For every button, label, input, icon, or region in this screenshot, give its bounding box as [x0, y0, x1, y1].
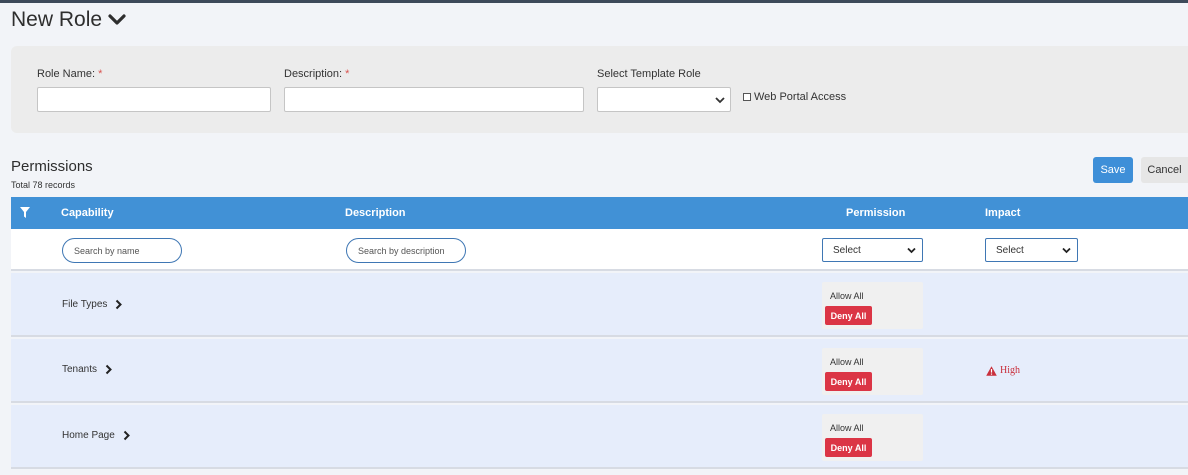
- impact-filter-value: Select: [996, 245, 1024, 256]
- column-description[interactable]: Description: [345, 207, 406, 219]
- role-name-input[interactable]: [37, 87, 271, 112]
- permission-filter-value: Select: [833, 245, 861, 256]
- cancel-button[interactable]: Cancel: [1141, 157, 1188, 183]
- permission-control: Allow All Deny All: [822, 282, 923, 329]
- page-title-text: New Role: [11, 8, 103, 31]
- template-role-label: Select Template Role: [597, 68, 701, 80]
- role-name-label: Role Name: *: [37, 68, 103, 80]
- allow-all-option[interactable]: Allow All: [830, 291, 864, 301]
- impact-value: High: [1000, 365, 1020, 376]
- records-count: Total 78 records: [11, 180, 76, 190]
- deny-all-button[interactable]: Deny All: [825, 438, 872, 457]
- column-impact[interactable]: Impact: [985, 207, 1020, 219]
- column-permission[interactable]: Permission: [846, 207, 905, 219]
- permissions-title: Permissions: [11, 158, 93, 175]
- filter-row: Search by name Search by description Sel…: [11, 229, 1188, 271]
- permission-filter-select[interactable]: Select: [822, 238, 923, 262]
- top-bar: [0, 0, 1188, 3]
- description-label: Description: *: [284, 68, 350, 80]
- chevron-right-icon[interactable]: [105, 364, 112, 375]
- page-title[interactable]: New Role: [11, 8, 126, 32]
- warning-icon: [986, 365, 997, 376]
- impact-badge: High: [986, 365, 1020, 376]
- required-mark: *: [98, 68, 103, 80]
- chevron-right-icon[interactable]: [115, 299, 123, 310]
- checkbox-box[interactable]: [743, 93, 751, 101]
- allow-all-option[interactable]: Allow All: [830, 423, 864, 433]
- row-capability-expander[interactable]: Tenants: [62, 364, 112, 375]
- search-by-name-input[interactable]: Search by name: [62, 238, 182, 263]
- permission-control: Allow All Deny All: [822, 414, 923, 461]
- deny-all-button[interactable]: Deny All: [825, 372, 872, 391]
- table-row: Home Page Allow All Deny All: [11, 405, 1188, 469]
- web-portal-access-label: Web Portal Access: [754, 91, 847, 103]
- row-capability-expander[interactable]: File Types: [62, 299, 123, 310]
- search-by-description-input[interactable]: Search by description: [346, 238, 466, 263]
- description-input[interactable]: [284, 87, 584, 112]
- required-mark: *: [345, 68, 350, 80]
- chevron-down-icon: [1062, 247, 1071, 254]
- grid-header: Capability Description Permission Impact: [11, 197, 1188, 229]
- table-row: File Types Allow All Deny All: [11, 273, 1188, 337]
- permission-control: Allow All Deny All: [822, 348, 923, 395]
- filter-icon[interactable]: [20, 207, 30, 218]
- table-row: Tenants Allow All Deny All High: [11, 339, 1188, 403]
- row-capability-name: File Types: [62, 299, 108, 310]
- row-capability-expander[interactable]: Home Page: [62, 430, 130, 441]
- chevron-down-icon: [907, 247, 916, 254]
- row-capability-name: Home Page: [62, 430, 115, 441]
- deny-all-button[interactable]: Deny All: [825, 306, 872, 325]
- impact-filter-select[interactable]: Select: [985, 238, 1078, 262]
- chevron-right-icon[interactable]: [123, 430, 130, 441]
- template-role-select[interactable]: [597, 87, 731, 112]
- web-portal-access-checkbox[interactable]: Web Portal Access: [743, 91, 846, 103]
- row-capability-name: Tenants: [62, 364, 98, 375]
- column-capability[interactable]: Capability: [61, 207, 114, 219]
- save-button[interactable]: Save: [1093, 157, 1133, 183]
- allow-all-option[interactable]: Allow All: [830, 357, 864, 367]
- chevron-down-icon: [715, 97, 725, 104]
- chevron-down-icon[interactable]: [108, 13, 126, 27]
